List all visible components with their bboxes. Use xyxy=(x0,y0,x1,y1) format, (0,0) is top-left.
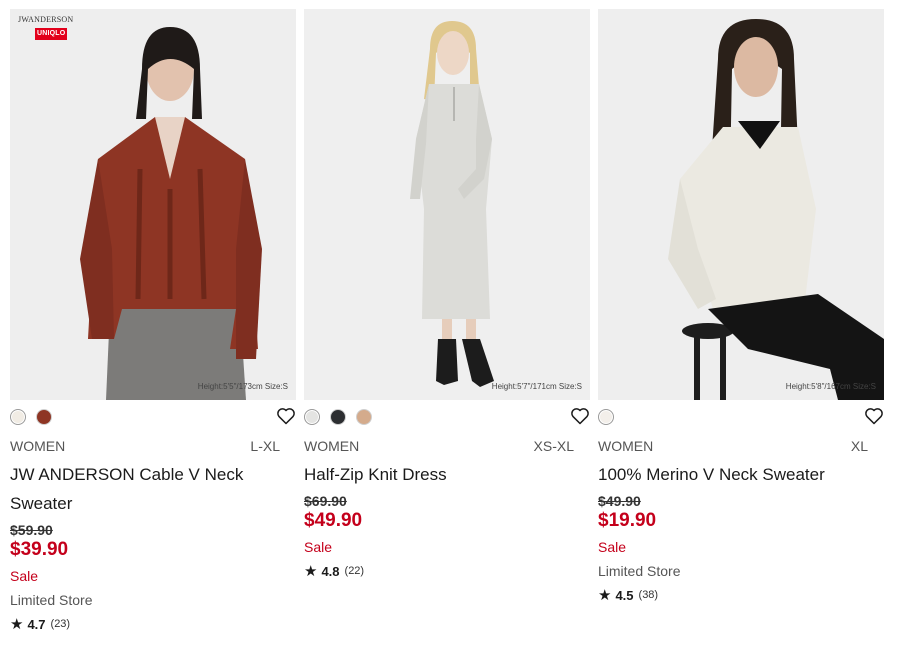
swatch-beige[interactable] xyxy=(356,409,372,425)
product-card[interactable]: Height:5'7"/171cm Size:S WOMEN XS-XL Hal… xyxy=(304,9,590,580)
rating: ★ 4.8 (22) xyxy=(304,562,590,580)
sale-price: $49.90 xyxy=(304,510,363,531)
gender-label: WOMEN xyxy=(304,438,360,454)
original-price: $69.90 xyxy=(304,493,347,509)
limited-store-flag: Limited Store xyxy=(10,592,93,608)
color-swatches xyxy=(10,404,296,432)
uniqlo-badge: UNIQLO xyxy=(35,28,68,40)
color-swatches xyxy=(304,404,590,432)
swatch-rust[interactable] xyxy=(36,409,52,425)
limited-store-flag: Limited Store xyxy=(598,563,681,579)
sale-price: $19.90 xyxy=(598,510,657,531)
swatch-black[interactable] xyxy=(330,409,346,425)
star-icon: ★ xyxy=(598,587,612,604)
product-image[interactable]: JWANDERSON UNIQLO Height:5'5"/173cm Size… xyxy=(10,9,296,400)
product-photo-illustration xyxy=(598,9,884,400)
product-card[interactable]: JWANDERSON UNIQLO Height:5'5"/173cm Size… xyxy=(10,9,296,633)
sale-flag: Sale xyxy=(598,539,627,555)
size-range: XS-XL xyxy=(533,438,574,454)
original-price: $49.90 xyxy=(598,493,641,509)
model-size-note: Height:5'5"/173cm Size:S xyxy=(197,382,288,391)
favorite-heart-icon[interactable] xyxy=(570,406,590,426)
swatch-cream[interactable] xyxy=(10,409,26,425)
favorite-heart-icon[interactable] xyxy=(864,406,884,426)
product-grid: JWANDERSON UNIQLO Height:5'5"/173cm Size… xyxy=(0,0,901,649)
product-meta: WOMEN XS-XL xyxy=(304,432,590,460)
rating-value: 4.7 xyxy=(27,616,46,632)
rating-value: 4.5 xyxy=(615,587,634,603)
product-image[interactable]: Height:5'7"/171cm Size:S xyxy=(304,9,590,400)
size-range: L-XL xyxy=(250,438,280,454)
color-swatches xyxy=(598,404,884,432)
model-size-note: Height:5'7"/171cm Size:S xyxy=(491,382,582,391)
rating: ★ 4.7 (23) xyxy=(10,615,296,633)
rating: ★ 4.5 (38) xyxy=(598,586,884,604)
sale-flag: Sale xyxy=(10,568,39,584)
star-icon: ★ xyxy=(304,563,318,580)
product-image[interactable]: Height:5'8"/167cm Size:S xyxy=(598,9,884,400)
product-photo-illustration xyxy=(10,9,296,400)
rating-value: 4.8 xyxy=(321,563,340,579)
product-name[interactable]: 100% Merino V Neck Sweater xyxy=(598,460,868,489)
star-icon: ★ xyxy=(10,616,24,633)
favorite-heart-icon[interactable] xyxy=(276,406,296,426)
brand-logo-text: JWANDERSON xyxy=(18,15,74,24)
swatch-light-gray[interactable] xyxy=(304,409,320,425)
size-range: XL xyxy=(850,438,868,454)
sale-price: $39.90 xyxy=(10,539,69,560)
brand-logo: JWANDERSON UNIQLO xyxy=(18,15,73,40)
review-count: (22) xyxy=(344,565,365,577)
swatch-off-white[interactable] xyxy=(598,409,614,425)
product-meta: WOMEN XL xyxy=(598,432,884,460)
product-photo-illustration xyxy=(304,9,590,400)
sale-flag: Sale xyxy=(304,539,333,555)
product-name[interactable]: Half-Zip Knit Dress xyxy=(304,460,574,489)
original-price: $59.90 xyxy=(10,522,53,538)
product-meta: WOMEN L-XL xyxy=(10,432,296,460)
review-count: (38) xyxy=(638,589,659,601)
product-card[interactable]: Height:5'8"/167cm Size:S WOMEN XL 100% M… xyxy=(598,9,884,604)
gender-label: WOMEN xyxy=(10,438,66,454)
model-size-note: Height:5'8"/167cm Size:S xyxy=(785,382,876,391)
review-count: (23) xyxy=(50,618,71,630)
product-name[interactable]: JW ANDERSON Cable V Neck Sweater xyxy=(10,460,280,518)
gender-label: WOMEN xyxy=(598,438,654,454)
